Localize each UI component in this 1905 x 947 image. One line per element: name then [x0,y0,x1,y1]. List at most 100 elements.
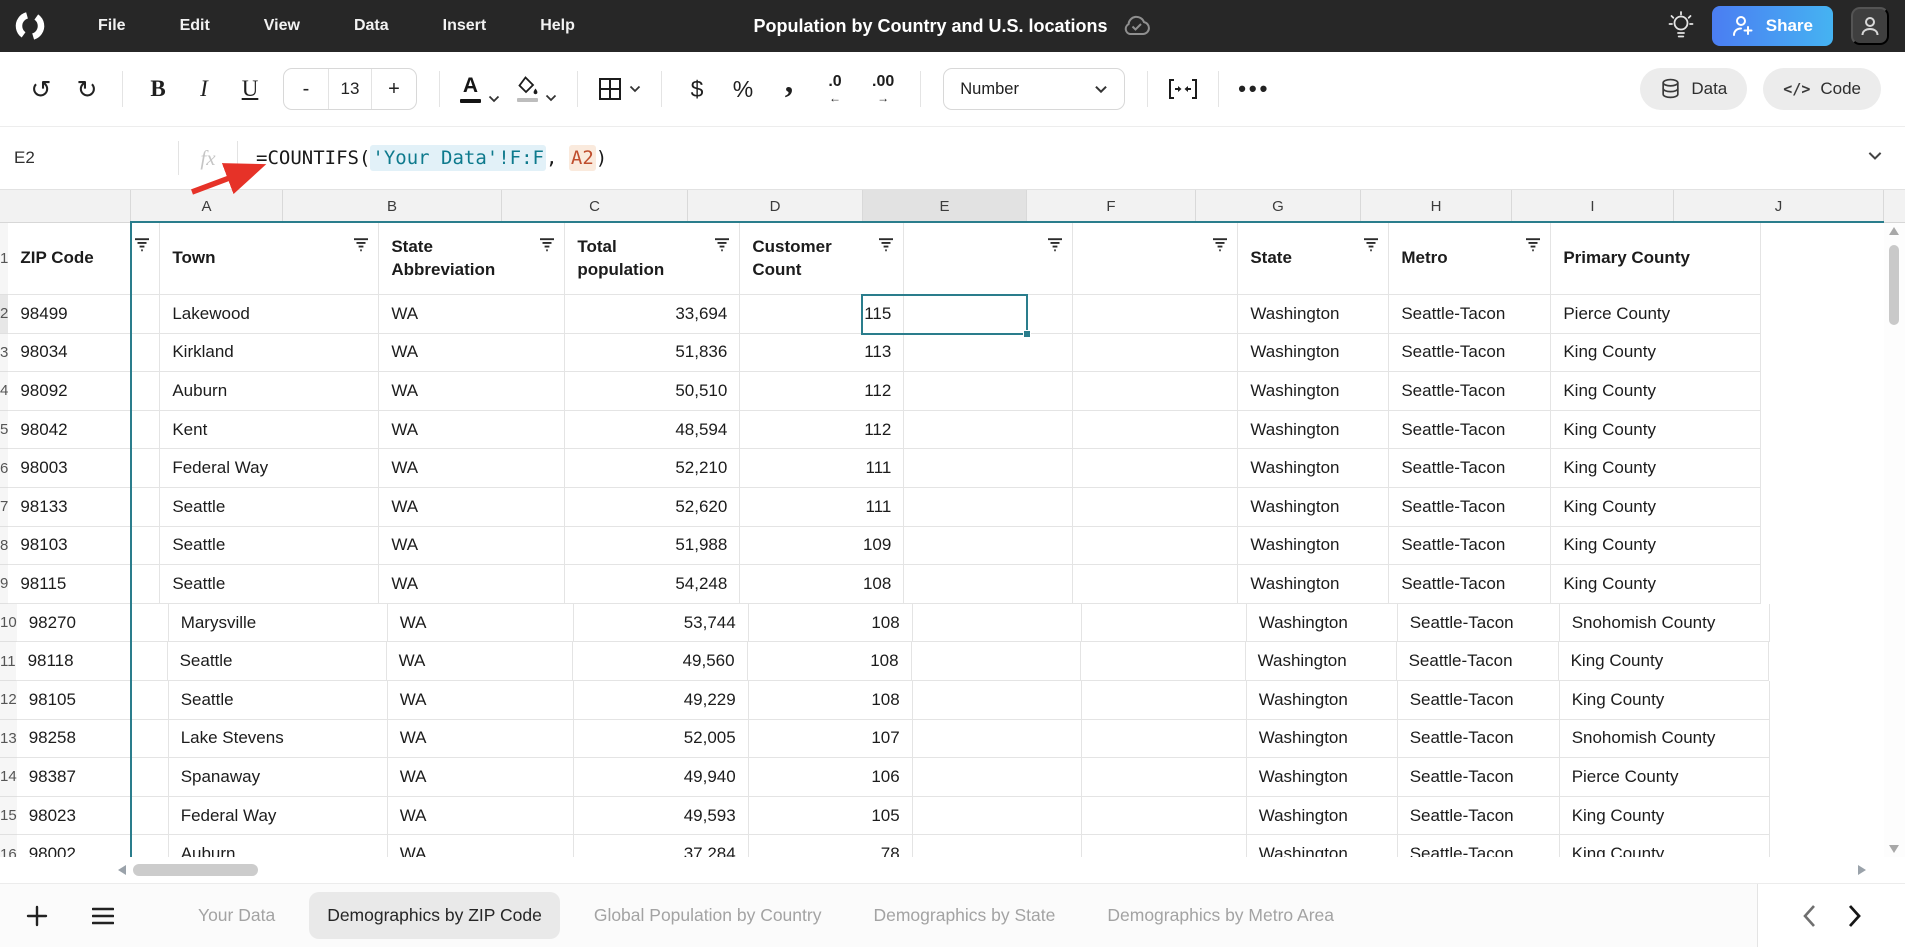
horizontal-scrollbar[interactable] [0,857,1905,884]
fill-color-button[interactable] [516,76,557,102]
cell-state[interactable]: Washington [1247,797,1398,836]
cell-customer-count[interactable]: 113 [740,334,904,373]
cell-metro[interactable]: Seattle-Tacon [1398,797,1560,836]
cell-total-population[interactable]: 37,284 [574,835,749,857]
cell-town[interactable]: Federal Way [160,449,379,488]
cell-state-abbreviation[interactable]: WA [379,527,565,566]
scroll-right-arrow-icon[interactable] [1858,865,1866,875]
cell-total-population[interactable]: 49,560 [573,642,748,681]
cell-empty-f[interactable] [904,372,1073,411]
column-header-b[interactable]: B [283,190,502,222]
cell-primary-county[interactable]: King County [1551,488,1761,527]
cell-empty-f[interactable] [912,642,1081,681]
cell-town[interactable]: Lakewood [160,295,379,334]
cell-primary-county[interactable]: King County [1551,449,1761,488]
cell-total-population[interactable]: 49,593 [574,797,749,836]
number-format-select[interactable]: Number [943,68,1125,110]
cell-state-abbreviation[interactable]: WA [388,835,574,857]
cell-empty-f[interactable] [913,797,1082,836]
add-sheet-icon[interactable] [26,905,48,927]
select-all-corner[interactable] [0,190,131,222]
cell-metro[interactable]: Seattle-Tacon [1398,720,1560,759]
cell-empty-g[interactable] [1082,835,1247,857]
cell-metro[interactable]: Seattle-Tacon [1397,642,1559,681]
filter-icon[interactable] [1363,238,1379,252]
cell-zip-code[interactable]: 98105 [17,681,169,720]
cell-state-abbreviation[interactable]: WA [379,488,565,527]
header-town[interactable]: Town [160,223,379,295]
cell-town[interactable]: Kent [160,411,379,450]
row-number-cell[interactable]: 3 [0,334,8,373]
row-number-cell[interactable]: 10 [0,604,17,643]
avatar[interactable] [1851,7,1889,45]
cell-town[interactable]: Spanaway [169,758,388,797]
cell-zip-code[interactable]: 98103 [8,527,160,566]
cell-primary-county[interactable]: King County [1560,681,1770,720]
cell-metro[interactable]: Seattle-Tacon [1389,565,1551,604]
header-state[interactable]: State [1238,223,1389,295]
cell-primary-county[interactable]: King County [1551,411,1761,450]
cell-state[interactable]: Washington [1247,758,1398,797]
row-number-cell[interactable]: 12 [0,681,17,720]
cell-zip-code[interactable]: 98387 [17,758,169,797]
cell-total-population[interactable]: 54,248 [565,565,740,604]
cell-empty-g[interactable] [1073,295,1238,334]
borders-button[interactable] [598,77,641,101]
cell-primary-county[interactable]: King County [1551,565,1761,604]
menu-edit[interactable]: Edit [180,17,210,35]
cell-state[interactable]: Washington [1238,488,1389,527]
increase-decimals-button[interactable]: .00 → [864,67,902,111]
row-number-cell[interactable]: 9 [0,565,8,604]
header-zip-code[interactable]: ZIP Code [8,223,160,295]
cell-zip-code[interactable]: 98002 [17,835,169,857]
cell-customer-count[interactable]: 111 [740,488,904,527]
filter-icon[interactable] [539,238,555,252]
sheet-tab[interactable]: Your Data [180,892,293,939]
cell-customer-count[interactable]: 105 [749,797,913,836]
row-number-cell[interactable]: 14 [0,758,17,797]
lightbulb-icon[interactable] [1668,11,1694,41]
scroll-down-arrow-icon[interactable] [1889,845,1899,853]
menu-file[interactable]: File [98,17,126,35]
cell-customer-count[interactable]: 106 [749,758,913,797]
sheet-list-icon[interactable] [92,907,114,925]
header-total-population[interactable]: Total population [565,223,740,295]
share-button[interactable]: Share [1712,6,1833,46]
cell-state[interactable]: Washington [1238,411,1389,450]
cell-zip-code[interactable]: 98118 [16,642,168,681]
underline-button[interactable]: U [233,67,267,111]
horizontal-scroll-thumb[interactable] [133,864,258,876]
cell-town[interactable]: Marysville [169,604,388,643]
row-number-cell[interactable]: 13 [0,720,17,759]
filter-icon[interactable] [353,238,369,252]
cell-empty-f[interactable] [913,835,1082,857]
cell-customer-count[interactable]: 112 [740,372,904,411]
row-number-cell[interactable]: 8 [0,527,8,566]
formula-bar-expand-chevron[interactable] [1867,151,1883,161]
cell-zip-code[interactable]: 98034 [8,334,160,373]
cell-empty-f[interactable] [904,565,1073,604]
cell-zip-code[interactable]: 98003 [8,449,160,488]
cell-customer-count[interactable]: 108 [740,565,904,604]
italic-button[interactable]: I [187,67,221,111]
cell-state[interactable]: Washington [1238,449,1389,488]
cell-total-population[interactable]: 53,744 [574,604,749,643]
vertical-scrollbar[interactable] [1884,223,1905,857]
cell-metro[interactable]: Seattle-Tacon [1398,835,1560,857]
cell-primary-county[interactable]: Pierce County [1551,295,1761,334]
cell-state-abbreviation[interactable]: WA [387,642,573,681]
cell-primary-county[interactable]: King County [1551,334,1761,373]
redo-button[interactable]: ↻ [70,67,104,111]
code-panel-button[interactable]: </> Code [1763,68,1881,110]
cell-metro[interactable]: Seattle-Tacon [1389,334,1551,373]
tabs-next-icon[interactable] [1847,904,1862,928]
cell-state[interactable]: Washington [1247,720,1398,759]
undo-button[interactable]: ↺ [24,67,58,111]
cell-customer-count[interactable]: 78 [749,835,913,857]
cell-metro[interactable]: Seattle-Tacon [1389,488,1551,527]
cell-empty-f[interactable] [913,604,1082,643]
text-color-button[interactable]: A [460,75,500,103]
cell-total-population[interactable]: 52,210 [565,449,740,488]
cell-empty-g[interactable] [1082,758,1247,797]
cell-empty-g[interactable] [1073,334,1238,373]
